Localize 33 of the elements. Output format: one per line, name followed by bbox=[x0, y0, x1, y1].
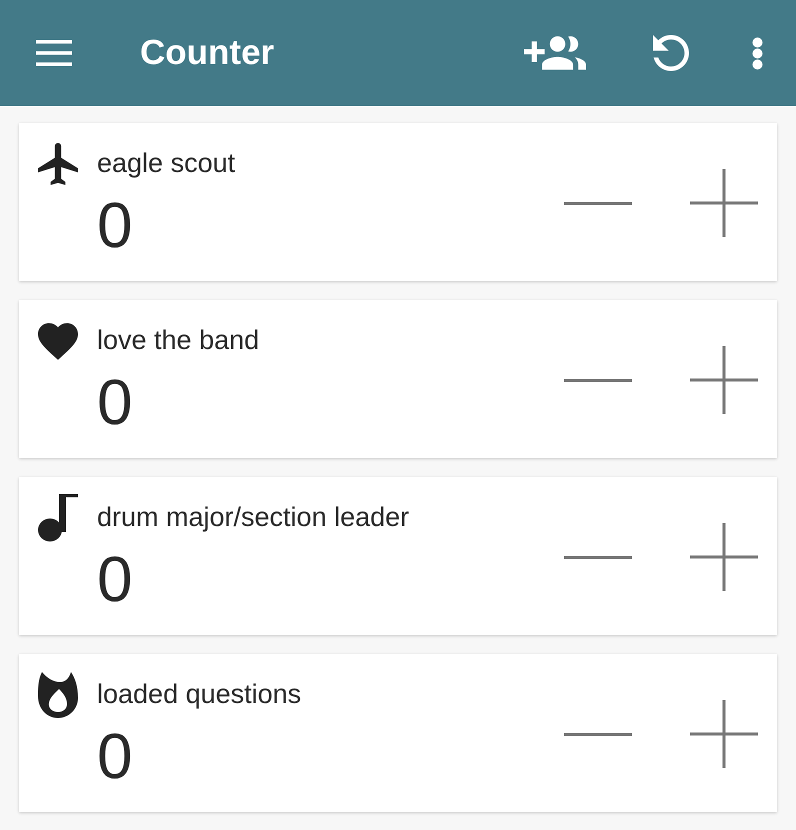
music-note-icon bbox=[38, 494, 78, 542]
add-people-button[interactable] bbox=[524, 36, 586, 70]
minus-icon bbox=[564, 378, 632, 382]
increment-button[interactable] bbox=[690, 700, 758, 768]
menu-icon bbox=[36, 40, 72, 66]
more-vertical-icon bbox=[752, 36, 763, 70]
minus-icon bbox=[564, 202, 632, 204]
heart-icon bbox=[38, 322, 78, 360]
counter-name: drum major/section leader bbox=[97, 501, 410, 534]
flame-icon bbox=[38, 672, 78, 718]
count-value: 0 bbox=[97, 719, 133, 794]
increment-button[interactable] bbox=[690, 523, 758, 591]
plus-icon bbox=[690, 700, 758, 768]
count-value: 0 bbox=[97, 542, 133, 617]
refresh-button[interactable] bbox=[653, 35, 689, 71]
count-value: 0 bbox=[97, 188, 133, 263]
counter-name: eagle scout bbox=[97, 147, 236, 180]
plus-icon bbox=[690, 169, 758, 237]
minus-icon bbox=[564, 556, 632, 558]
add-people-icon bbox=[524, 36, 586, 70]
increment-button[interactable] bbox=[690, 169, 758, 237]
counter-name: love the band bbox=[97, 324, 260, 357]
airplane-icon bbox=[38, 143, 78, 185]
menu-button[interactable] bbox=[36, 40, 72, 66]
increment-button[interactable] bbox=[690, 346, 758, 414]
more-options-button[interactable] bbox=[752, 36, 763, 70]
counter-name: loaded questions bbox=[97, 678, 302, 711]
count-value: 0 bbox=[97, 365, 133, 440]
minus-icon bbox=[564, 732, 632, 736]
refresh-icon bbox=[653, 35, 689, 71]
app-title: Counter bbox=[140, 32, 276, 74]
plus-icon bbox=[690, 523, 758, 591]
plus-icon bbox=[690, 346, 758, 414]
